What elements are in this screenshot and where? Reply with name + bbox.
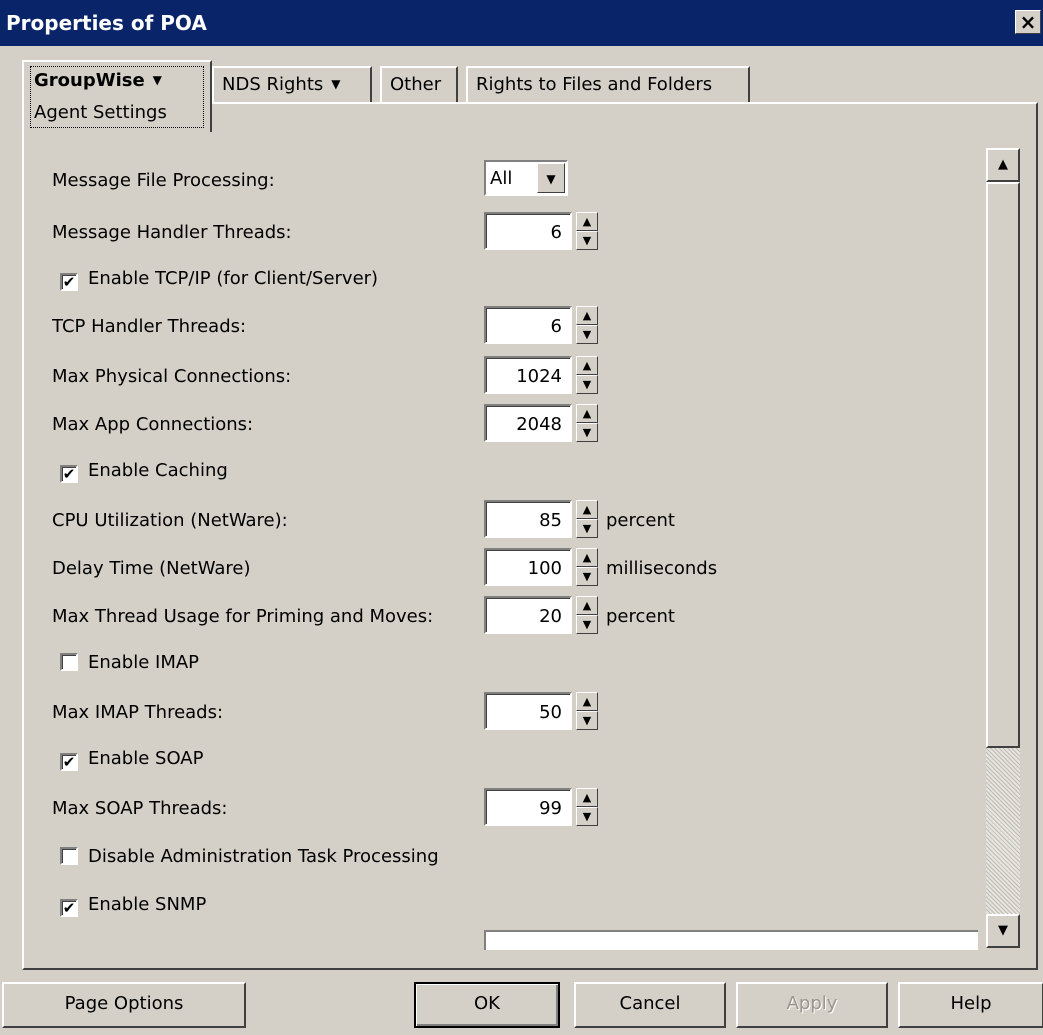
chevron-down-icon[interactable]: ▼ — [153, 73, 162, 87]
tab-groupwise-label: GroupWise — [34, 70, 145, 91]
tab-other-label: Other — [390, 74, 442, 95]
tab-rights-label: Rights to Files and Folders — [476, 74, 713, 95]
close-icon: × — [1019, 10, 1037, 34]
tab-other[interactable]: Other — [380, 66, 458, 102]
tab-nds-rights[interactable]: NDS Rights ▼ — [212, 66, 372, 102]
chevron-down-icon[interactable]: ▼ — [331, 77, 340, 91]
tab-subpage-agent-settings[interactable]: Agent Settings — [34, 102, 167, 123]
tab-groupwise-label-wrap: GroupWise ▼ — [34, 70, 162, 91]
tab-nds-rights-label: NDS Rights — [222, 74, 324, 95]
apply-button: Apply — [736, 982, 888, 1028]
tab-panel — [22, 102, 1038, 970]
ok-button[interactable]: OK — [414, 982, 560, 1028]
title-bar: Properties of POA × — [0, 0, 1043, 46]
window-title: Properties of POA — [6, 11, 207, 35]
tab-groupwise[interactable]: GroupWise ▼ Agent Settings — [22, 60, 212, 132]
cancel-button[interactable]: Cancel — [574, 982, 726, 1028]
help-button[interactable]: Help — [898, 982, 1043, 1028]
close-button[interactable]: × — [1015, 10, 1041, 34]
page-options-button[interactable]: Page Options — [2, 982, 246, 1028]
tab-rights-files-folders[interactable]: Rights to Files and Folders — [466, 66, 750, 102]
